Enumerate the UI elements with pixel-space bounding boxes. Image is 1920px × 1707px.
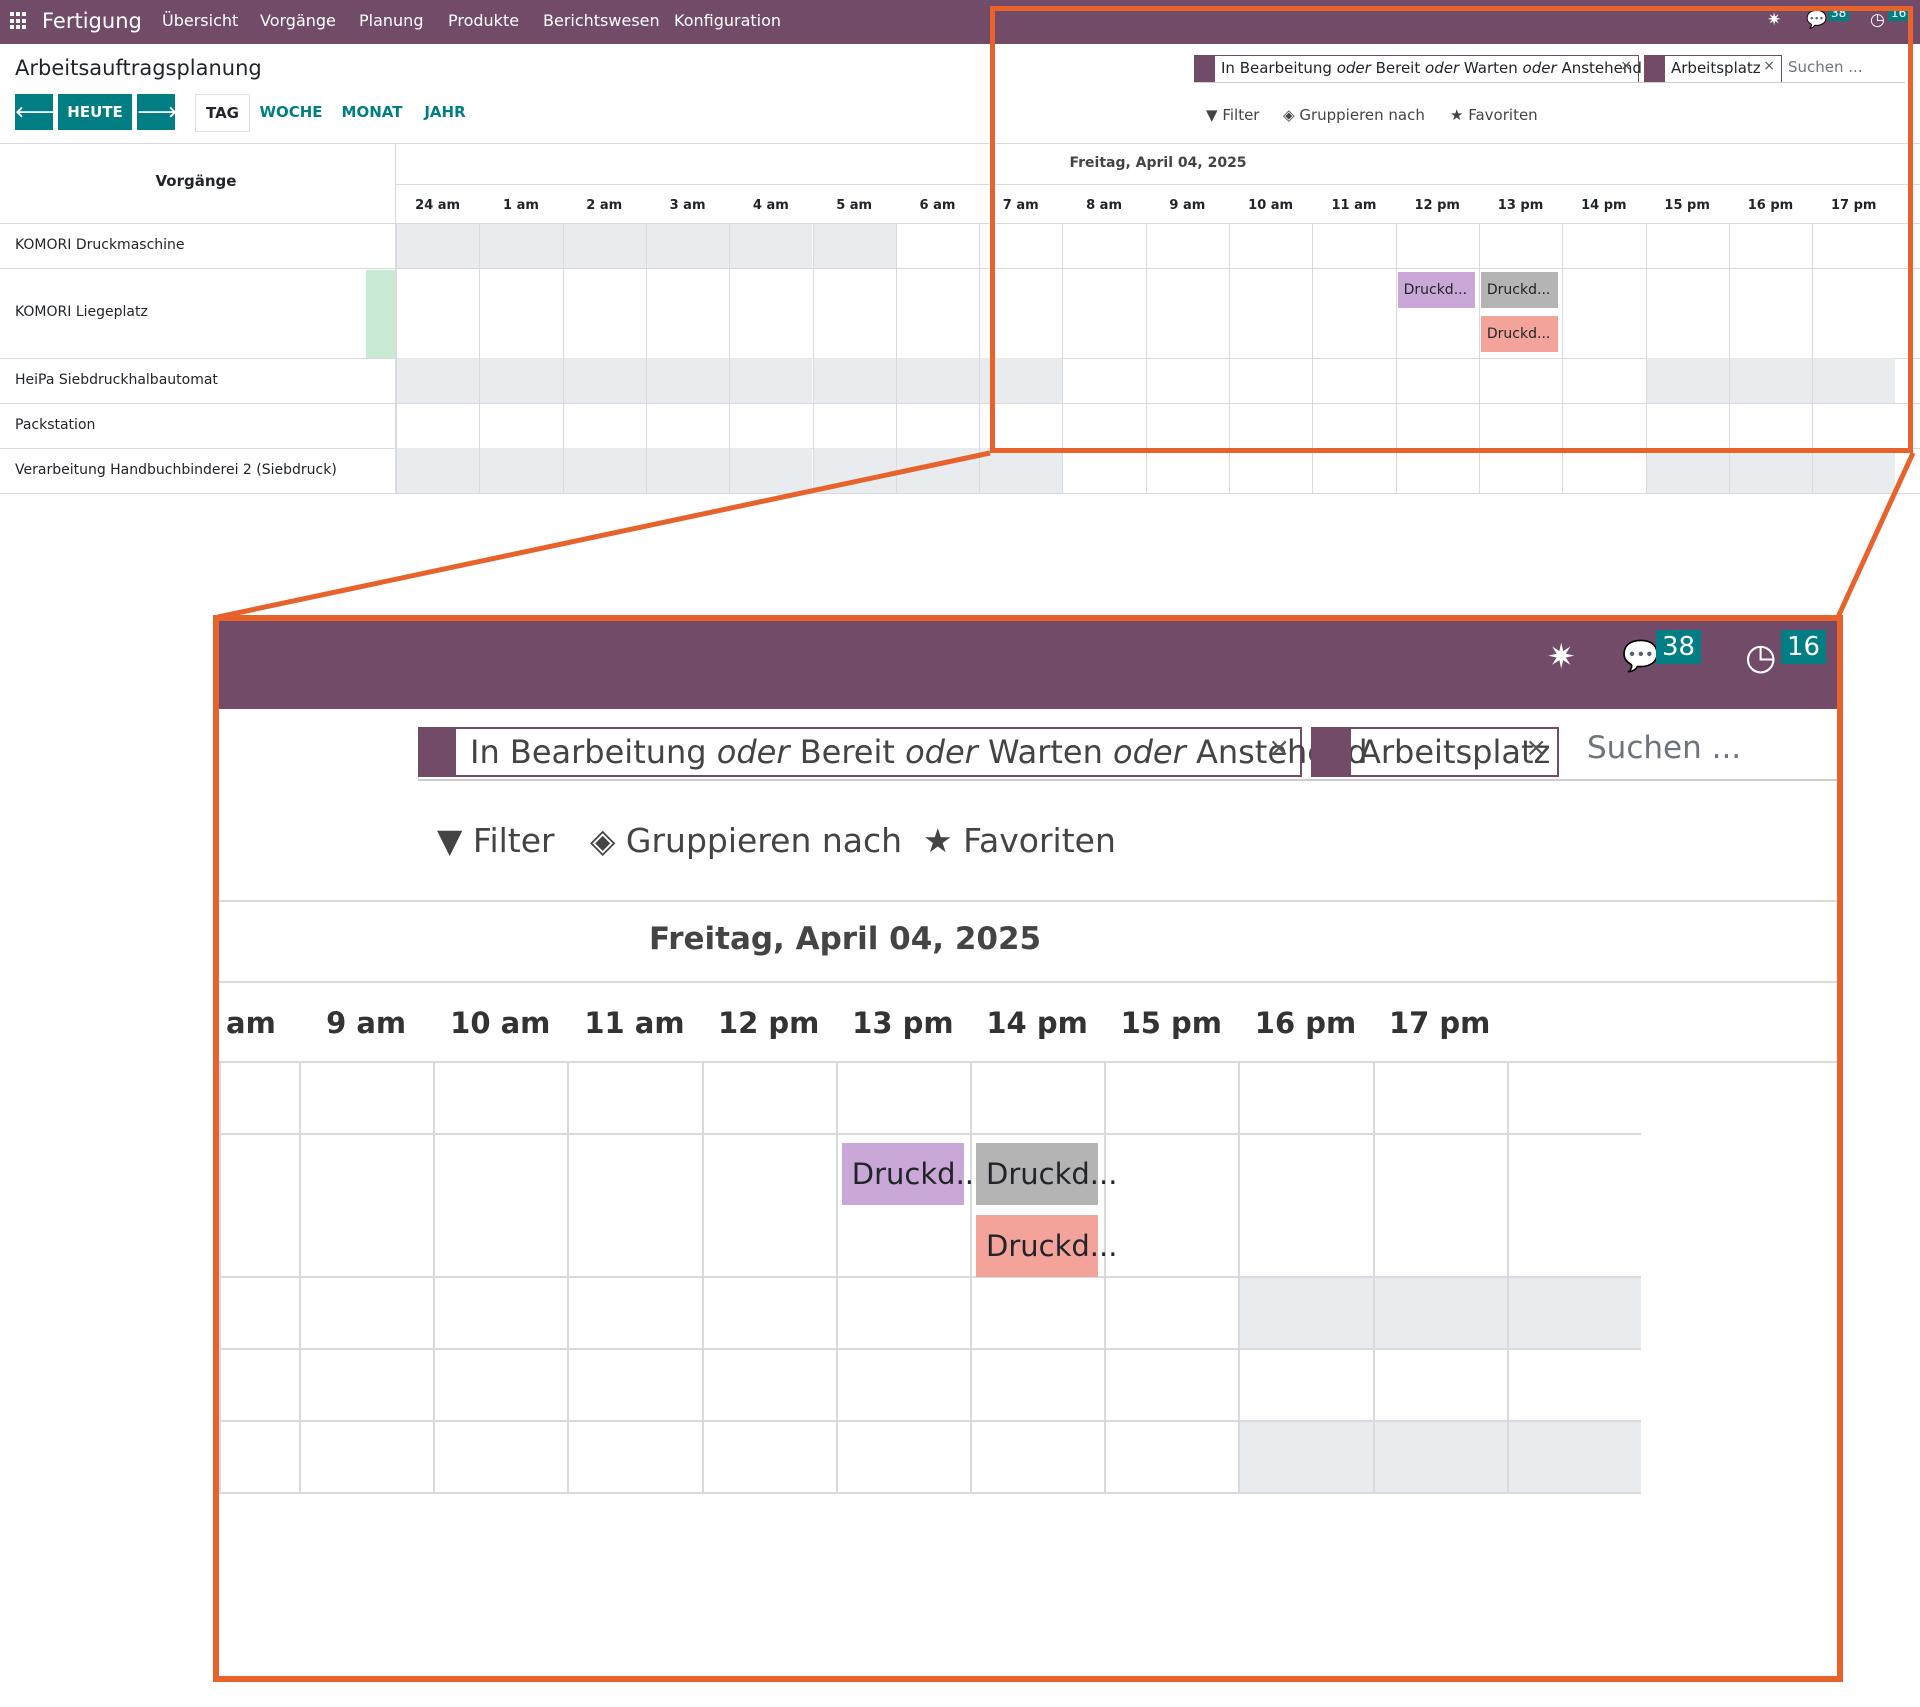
zoom-hour-label: 17 pm	[1388, 1006, 1491, 1040]
zoom-gantt-cell	[1506, 1350, 1641, 1422]
zoom-gantt-cell	[567, 1278, 702, 1350]
zoom-gantt-cell	[1372, 1063, 1507, 1135]
zoom-group-by-button: ◈ Gruppieren nach	[590, 821, 903, 860]
zoom-gantt-cell	[567, 1063, 702, 1135]
zoom-funnel-icon: ▼	[437, 821, 463, 860]
zoom-gantt-cell	[567, 1350, 702, 1422]
zoom-gantt-cell	[835, 1278, 970, 1350]
zoom-gantt-cell	[701, 1063, 836, 1135]
zoom-gantt-cell	[970, 1422, 1105, 1494]
zoom-hour-label: 16 pm	[1254, 1006, 1357, 1040]
zoom-group-facet-label: Arbeitsplatz	[1359, 733, 1551, 771]
zoom-filter-facet-label: In Bearbeitung oder Bereit oder Warten o…	[470, 733, 1368, 771]
zoom-gantt-cell	[219, 1135, 299, 1278]
zoom-gantt-cell	[1506, 1135, 1641, 1278]
zoom-remove-facet-icon: ×	[1268, 733, 1290, 763]
zoom-gantt-cell	[433, 1135, 568, 1278]
zoom-hour-label: 13 pm	[852, 1006, 954, 1040]
zoom-gantt-cell	[433, 1063, 568, 1135]
zoom-gantt-cell	[701, 1278, 836, 1350]
zoom-activities-count-badge: 16	[1781, 630, 1827, 664]
zoom-debug-bug-icon: ✷	[1547, 637, 1576, 677]
zoom-gantt-cell	[219, 1063, 299, 1135]
zoom-layers-icon	[1313, 729, 1351, 775]
zoom-gantt-cell	[567, 1135, 702, 1278]
zoom-messages-chat-icon: 💬	[1622, 639, 1660, 674]
zoom-gantt-cell	[1372, 1278, 1507, 1350]
zoom-gantt-cell	[701, 1135, 836, 1278]
zoom-gantt-cell	[299, 1135, 434, 1278]
zoom-gantt-cell	[1104, 1063, 1239, 1135]
zoom-work-order-pill: Druckd...	[976, 1215, 1117, 1277]
zoom-gantt-cell	[219, 1422, 299, 1494]
zoom-hour-label: 9 am	[326, 1006, 407, 1040]
zoom-star-icon: ★	[923, 821, 953, 860]
zoom-hour-label: 11 am	[584, 1006, 685, 1040]
zoom-gantt-cell	[1506, 1063, 1641, 1135]
zoom-work-order-pill: Druckd...	[976, 1143, 1117, 1205]
zoom-gantt-cell	[970, 1063, 1105, 1135]
zoom-gantt-cell	[701, 1422, 836, 1494]
zoom-gantt-cell	[1506, 1422, 1641, 1494]
zoom-filter-facet: In Bearbeitung oder Bereit oder Warten o…	[418, 727, 1368, 777]
zoom-gantt-cell	[1372, 1350, 1507, 1422]
zoom-gantt-date-title: Freitag, April 04, 2025	[649, 921, 1042, 957]
zoom-gantt-cell	[567, 1422, 702, 1494]
zoom-group-facet: Arbeitsplatz ×	[1311, 727, 1559, 777]
zoom-date-divider	[219, 981, 1837, 983]
zoom-gantt-cell	[1506, 1278, 1641, 1350]
zoom-hour-label: 14 pm	[986, 1006, 1088, 1040]
zoom-gantt-cell	[1372, 1422, 1507, 1494]
zoom-filter-button: ▼ Filter	[437, 821, 555, 860]
zoom-gantt-cell	[835, 1350, 970, 1422]
zoom-gantt-cell	[970, 1278, 1105, 1350]
zoom-hour-label: 10 am	[450, 1006, 551, 1040]
zoom-hour-label: 15 pm	[1120, 1006, 1222, 1040]
zoom-gantt-cell	[1238, 1350, 1373, 1422]
zoom-remove-group-facet-icon: ×	[1525, 733, 1547, 763]
zoom-gantt-cell	[1238, 1063, 1373, 1135]
zoom-gantt-cell	[299, 1063, 434, 1135]
zoom-gantt-cell	[299, 1422, 434, 1494]
zoom-gantt-top-border	[219, 900, 1837, 902]
zoom-panel: ✷ 💬 38 ◷ 16 In Bearbeitung oder Bereit o…	[213, 615, 1843, 1682]
zoom-gantt-cell	[1104, 1350, 1239, 1422]
zoom-gantt-cell	[433, 1350, 568, 1422]
zoom-hour-label: am	[226, 1006, 276, 1040]
zoom-gantt-cell	[1104, 1278, 1239, 1350]
zoom-gantt-cell	[1104, 1135, 1239, 1278]
zoom-hour-label: 12 pm	[717, 1006, 820, 1040]
zoom-gantt-cell	[1104, 1422, 1239, 1494]
zoom-gantt-cell	[299, 1278, 434, 1350]
zoom-gantt-cell	[1372, 1135, 1507, 1278]
zoom-search-input: Suchen ...	[1587, 730, 1742, 766]
zoom-gantt-cell	[701, 1350, 836, 1422]
zoom-gantt-cell	[835, 1422, 970, 1494]
zoom-gantt-cell	[1238, 1135, 1373, 1278]
zoom-gantt-cell	[835, 1063, 970, 1135]
zoom-gantt-cell	[433, 1278, 568, 1350]
zoom-work-order-pill: Druckd...	[841, 1143, 983, 1205]
zoom-navbar: ✷ 💬 38 ◷ 16	[219, 621, 1837, 709]
zoom-layers-icon: ◈	[590, 821, 616, 860]
zoom-gantt-cell	[299, 1350, 434, 1422]
zoom-gantt-cell	[433, 1422, 568, 1494]
zoom-gantt-cell	[970, 1350, 1105, 1422]
zoom-gantt-cell	[1238, 1278, 1373, 1350]
zoom-favorites-button: ★ Favoriten	[923, 821, 1116, 860]
zoom-gantt-cell	[219, 1278, 299, 1350]
zoom-gantt-cell	[219, 1350, 299, 1422]
zoom-funnel-icon	[420, 729, 456, 775]
zoom-search-underline	[418, 779, 1837, 781]
zoom-gantt-cell	[1238, 1422, 1373, 1494]
zoom-messages-count-badge: 38	[1656, 630, 1702, 664]
zoom-activity-clock-icon: ◷	[1745, 637, 1777, 678]
